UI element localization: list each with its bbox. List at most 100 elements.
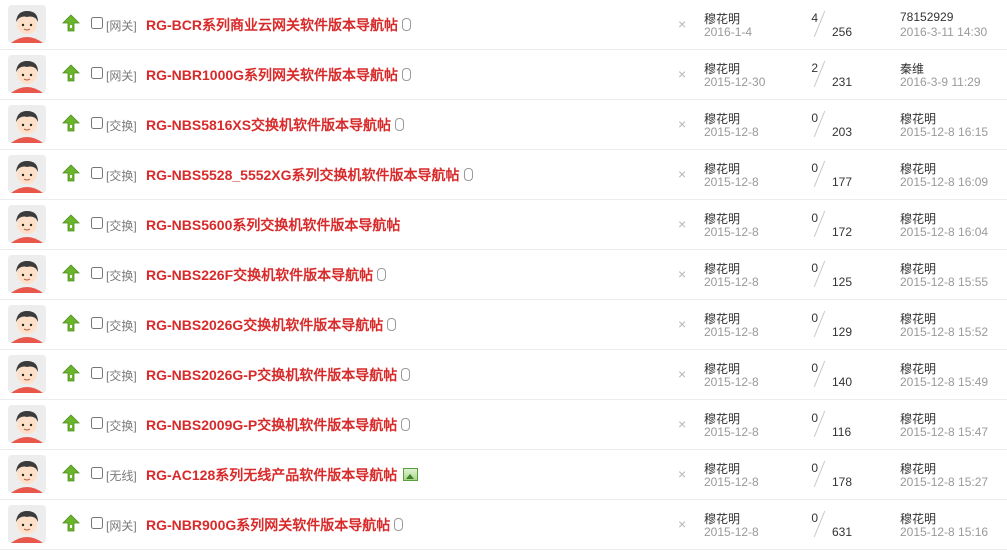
- thread-title[interactable]: RG-NBS5600系列交换机软件版本导航帖: [146, 215, 400, 235]
- avatar[interactable]: [8, 105, 46, 143]
- attachment-slot: [460, 167, 473, 183]
- default-avatar-icon: [8, 255, 46, 293]
- post-date: 2015-12-8: [704, 525, 759, 539]
- thread-category[interactable]: [网关]: [106, 17, 137, 34]
- select-checkbox[interactable]: [91, 217, 103, 229]
- last-reply-time: 2015-12-8 15:16: [900, 525, 989, 539]
- close-icon[interactable]: ×: [678, 316, 686, 332]
- default-avatar-icon: [8, 505, 46, 543]
- close-icon[interactable]: ×: [678, 166, 686, 182]
- thread-row: [交换] RG-NBS5528_5552XG系列交换机软件版本导航帖 × 穆花明…: [0, 150, 1007, 200]
- view-count: 129: [832, 325, 853, 339]
- post-date: 2015-12-8: [704, 175, 759, 189]
- select-checkbox[interactable]: [91, 267, 103, 279]
- thread-category[interactable]: [交换]: [106, 217, 137, 234]
- default-avatar-icon: [8, 5, 46, 43]
- thread-title[interactable]: RG-NBS5528_5552XG系列交换机软件版本导航帖: [146, 165, 473, 185]
- green-up-arrow-icon[interactable]: [62, 264, 80, 282]
- default-avatar-icon: [8, 305, 46, 343]
- select-checkbox[interactable]: [91, 67, 103, 79]
- post-date: 2015-12-30: [704, 75, 766, 89]
- thread-title[interactable]: RG-NBS2009G-P交换机软件版本导航帖: [146, 415, 411, 435]
- last-reply-user[interactable]: 78152929: [900, 10, 953, 24]
- post-date: 2015-12-8: [704, 425, 759, 439]
- select-checkbox[interactable]: [91, 367, 103, 379]
- green-up-arrow-icon[interactable]: [62, 14, 80, 32]
- select-checkbox[interactable]: [91, 167, 103, 179]
- avatar[interactable]: [8, 455, 46, 493]
- avatar[interactable]: [8, 205, 46, 243]
- thread-title[interactable]: RG-NBR1000G系列网关软件版本导航帖: [146, 65, 412, 85]
- reply-count: 0: [811, 111, 818, 125]
- close-icon[interactable]: ×: [678, 416, 686, 432]
- avatar[interactable]: [8, 155, 46, 193]
- thread-category[interactable]: [交换]: [106, 417, 137, 434]
- attachment-slot: [383, 317, 397, 333]
- select-checkbox[interactable]: [91, 17, 103, 29]
- reply-count: 2: [811, 61, 818, 75]
- thread-row: [网关] RG-NBR900G系列网关软件版本导航帖 × 穆花明 2015-12…: [0, 500, 1007, 550]
- thread-title[interactable]: RG-AC128系列无线产品软件版本导航帖: [146, 465, 419, 485]
- thread-title[interactable]: RG-NBS226F交换机软件版本导航帖: [146, 265, 387, 285]
- default-avatar-icon: [8, 105, 46, 143]
- close-icon[interactable]: ×: [678, 516, 686, 532]
- close-icon[interactable]: ×: [678, 66, 686, 82]
- close-icon[interactable]: ×: [678, 216, 686, 232]
- green-up-arrow-icon[interactable]: [62, 114, 80, 132]
- close-icon[interactable]: ×: [678, 366, 686, 382]
- avatar[interactable]: [8, 505, 46, 543]
- green-up-arrow-icon[interactable]: [62, 164, 80, 182]
- avatar[interactable]: [8, 405, 46, 443]
- thread-title[interactable]: RG-NBS2026G交换机软件版本导航帖: [146, 315, 397, 335]
- thread-row: [交换] RG-NBS2009G-P交换机软件版本导航帖 × 穆花明 2015-…: [0, 400, 1007, 450]
- thread-category[interactable]: [交换]: [106, 367, 137, 384]
- reply-count: 0: [811, 361, 818, 375]
- thread-category[interactable]: [交换]: [106, 117, 137, 134]
- thread-row: [交换] RG-NBS2026G-P交换机软件版本导航帖 × 穆花明 2015-…: [0, 350, 1007, 400]
- select-checkbox[interactable]: [91, 517, 103, 529]
- avatar[interactable]: [8, 305, 46, 343]
- post-date: 2015-12-8: [704, 375, 759, 389]
- thread-title[interactable]: RG-NBS5816XS交换机软件版本导航帖: [146, 115, 405, 135]
- select-checkbox[interactable]: [91, 467, 103, 479]
- avatar[interactable]: [8, 5, 46, 43]
- green-up-arrow-icon[interactable]: [62, 414, 80, 432]
- thread-row: [交换] RG-NBS5816XS交换机软件版本导航帖 × 穆花明 2015-1…: [0, 100, 1007, 150]
- thread-category[interactable]: [交换]: [106, 167, 137, 184]
- green-up-arrow-icon[interactable]: [62, 314, 80, 332]
- thread-category[interactable]: [网关]: [106, 67, 137, 84]
- last-reply-time: 2015-12-8 15:55: [900, 275, 989, 289]
- post-date: 2015-12-8: [704, 125, 759, 139]
- thread-category[interactable]: [网关]: [106, 517, 137, 534]
- select-checkbox[interactable]: [91, 317, 103, 329]
- thread-title[interactable]: RG-BCR系列商业云网关软件版本导航帖: [146, 15, 411, 35]
- view-count: 178: [832, 475, 853, 489]
- close-icon[interactable]: ×: [678, 16, 686, 32]
- attachment-slot: [397, 417, 411, 433]
- attachment-slot: [398, 67, 412, 83]
- green-up-arrow-icon[interactable]: [62, 214, 80, 232]
- thread-row: [无线] RG-AC128系列无线产品软件版本导航帖 × 穆花明 2015-12…: [0, 450, 1007, 500]
- thread-title[interactable]: RG-NBR900G系列网关软件版本导航帖: [146, 515, 404, 535]
- avatar[interactable]: [8, 255, 46, 293]
- green-up-arrow-icon[interactable]: [62, 514, 80, 532]
- select-checkbox[interactable]: [91, 417, 103, 429]
- view-count: 631: [832, 525, 853, 539]
- close-icon[interactable]: ×: [678, 466, 686, 482]
- close-icon[interactable]: ×: [678, 116, 686, 132]
- default-avatar-icon: [8, 205, 46, 243]
- green-up-arrow-icon[interactable]: [62, 464, 80, 482]
- reply-count: 0: [811, 211, 818, 225]
- green-up-arrow-icon[interactable]: [62, 364, 80, 382]
- avatar[interactable]: [8, 355, 46, 393]
- thread-row: [网关] RG-BCR系列商业云网关软件版本导航帖 × 穆花明 2016-1-4…: [0, 0, 1007, 50]
- thread-category[interactable]: [交换]: [106, 317, 137, 334]
- green-up-arrow-icon[interactable]: [62, 64, 80, 82]
- thread-category[interactable]: [交换]: [106, 267, 137, 284]
- thread-title[interactable]: RG-NBS2026G-P交换机软件版本导航帖: [146, 365, 411, 385]
- thread-category[interactable]: [无线]: [106, 467, 137, 484]
- post-date: 2015-12-8: [704, 225, 759, 239]
- select-checkbox[interactable]: [91, 117, 103, 129]
- close-icon[interactable]: ×: [678, 266, 686, 282]
- avatar[interactable]: [8, 55, 46, 93]
